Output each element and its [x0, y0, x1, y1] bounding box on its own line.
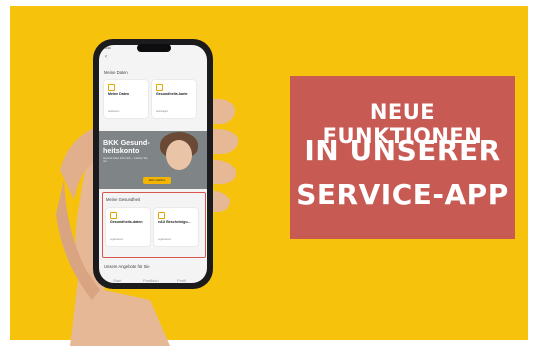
- bottom-navigation: Start Postfach Profil: [99, 278, 207, 284]
- banner-photo-face: [166, 140, 192, 170]
- nav-item-start[interactable]: Start: [113, 278, 121, 283]
- nav-item-profile[interactable]: Profil: [177, 278, 186, 283]
- promo-graphic: 9:41 ‹ Meine Daten Meine Daten bearbeite…: [0, 0, 538, 346]
- heart-icon: [110, 212, 117, 219]
- card-eau[interactable]: eAU Bescheinigu... organisieren: [154, 208, 198, 246]
- card-subtitle: organisieren: [158, 238, 172, 241]
- banner-title: BKK Gesund-heitskonto: [103, 138, 150, 155]
- card-subtitle: bearbeiten: [108, 110, 120, 113]
- section-title-my-data: Meine Daten: [104, 70, 128, 75]
- headline-line-3: SERVICE-APP: [296, 178, 509, 211]
- nav-item-mailbox[interactable]: Postfach: [143, 278, 159, 283]
- card-subtitle: organisieren: [110, 238, 124, 241]
- card-my-data[interactable]: Meine Daten bearbeiten: [104, 80, 148, 118]
- card-title: Gesundheits-karte: [156, 92, 188, 96]
- headline-panel: NEUE FUNKTIONEN IN UNSERER SERVICE-APP: [290, 76, 515, 239]
- banner-subtitle: Gesund leben lohnt sich – machen Sie mit: [103, 157, 148, 164]
- banner-button[interactable]: Mehr erfahren: [143, 177, 171, 184]
- section-title-my-health: Meine Gesundheit: [106, 197, 140, 202]
- headline-line-2: IN UNSERER: [304, 134, 501, 167]
- card-health-card[interactable]: Gesundheits-karte beantragen: [152, 80, 196, 118]
- status-time: 9:41: [105, 46, 111, 50]
- card-title: Gesundheits-daten: [110, 220, 143, 224]
- card-title: eAU Bescheinigu...: [158, 220, 191, 224]
- document-icon: [158, 212, 165, 219]
- card-icon: [156, 84, 163, 91]
- card-title: Meine Daten: [108, 92, 130, 96]
- section-title-offers: Unsere Angebote für Sie: [104, 264, 150, 269]
- card-subtitle: beantragen: [156, 110, 169, 113]
- card-health-data[interactable]: Gesundheits-daten organisieren: [106, 208, 150, 246]
- dynamic-island: [137, 44, 171, 52]
- chevron-left-icon[interactable]: ‹: [105, 54, 107, 60]
- person-icon: [108, 84, 115, 91]
